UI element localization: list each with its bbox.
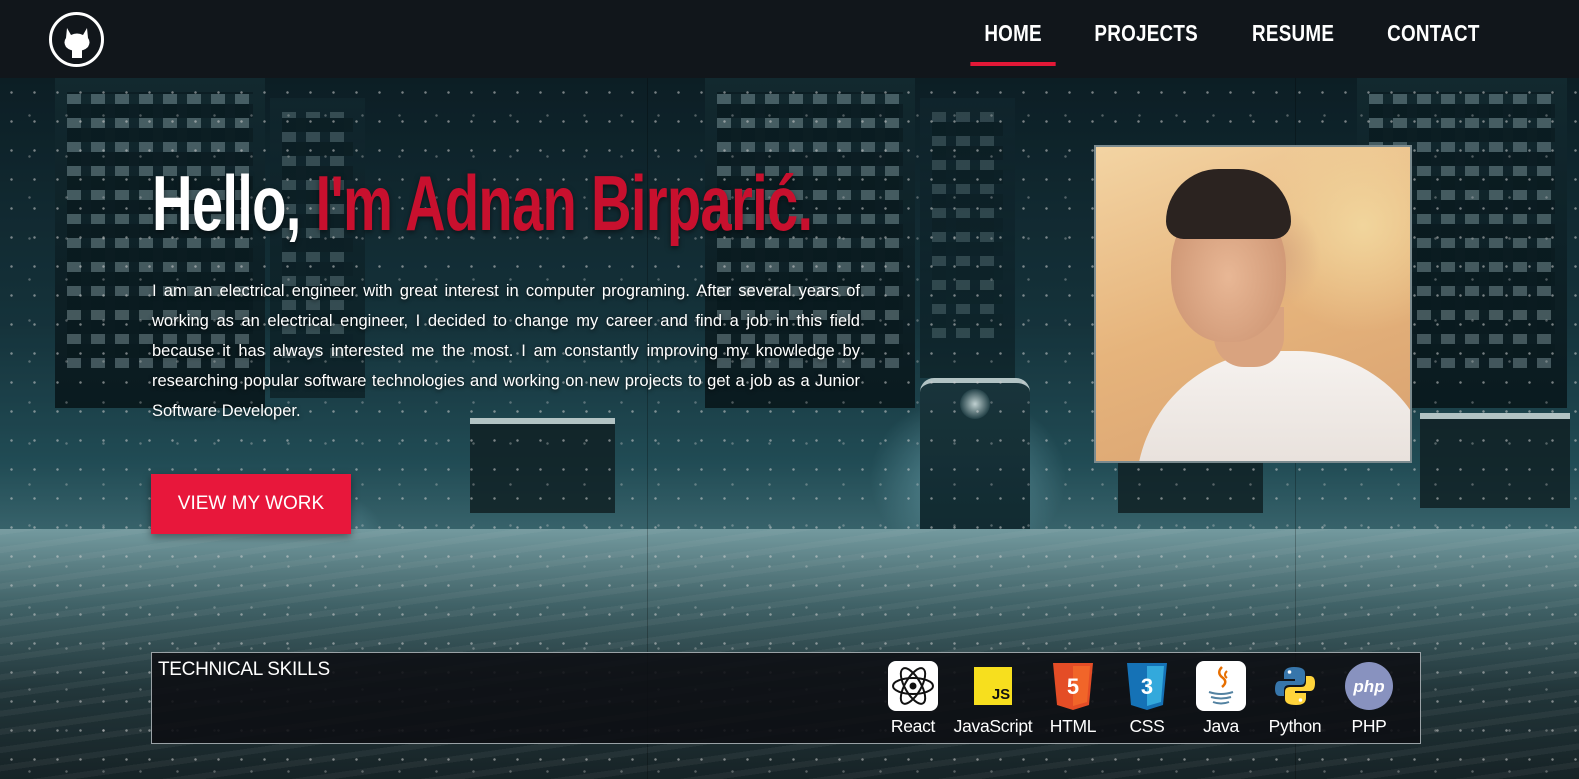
skill-label: CSS: [1129, 716, 1165, 736]
skill-label: Python: [1268, 716, 1322, 736]
view-my-work-button[interactable]: VIEW MY WORK: [151, 474, 351, 534]
skill-label: Java: [1203, 716, 1239, 736]
hero-bio: I am an electrical engineer with great i…: [152, 282, 860, 420]
profile-photo: [1094, 145, 1412, 463]
skill-label: React: [890, 716, 936, 736]
css3-icon: 3: [1122, 661, 1172, 711]
technical-skills-panel: TECHNICAL SKILLS React JS JavaScript 5 H…: [151, 652, 1421, 744]
skill-php[interactable]: php PHP: [1332, 661, 1406, 737]
nav-home[interactable]: HOME: [970, 0, 1057, 66]
skill-css[interactable]: 3 CSS: [1110, 661, 1184, 737]
svg-text:5: 5: [1067, 674, 1079, 699]
skill-label: JavaScript: [953, 716, 1033, 736]
skill-java[interactable]: Java: [1184, 661, 1258, 737]
skill-label: HTML: [1049, 716, 1097, 736]
svg-text:JS: JS: [992, 686, 1010, 703]
react-icon: [888, 661, 938, 711]
hero-name: I'm Adnan Birparić.: [315, 159, 813, 247]
javascript-icon: JS: [968, 661, 1018, 711]
svg-text:php: php: [1352, 677, 1384, 696]
python-icon: [1270, 661, 1320, 711]
php-icon: php: [1344, 661, 1394, 711]
skill-javascript[interactable]: JS JavaScript: [950, 661, 1036, 737]
hero-greeting: Hello,: [152, 159, 301, 247]
github-icon[interactable]: [49, 12, 104, 67]
skill-python[interactable]: Python: [1258, 661, 1332, 737]
skills-title: TECHNICAL SKILLS: [158, 659, 330, 680]
hero-title: Hello, I'm Adnan Birparić.: [152, 158, 813, 249]
skill-label: PHP: [1351, 716, 1387, 736]
nav-contact[interactable]: CONTACT: [1373, 0, 1493, 66]
nav-resume[interactable]: RESUME: [1238, 0, 1348, 66]
html5-icon: 5: [1048, 661, 1098, 711]
skills-list: React JS JavaScript 5 HTML 3 CSS Java Py…: [876, 661, 1406, 737]
skill-html[interactable]: 5 HTML: [1036, 661, 1110, 737]
skill-react[interactable]: React: [876, 661, 950, 737]
nav-projects[interactable]: PROJECTS: [1080, 0, 1212, 66]
java-icon: [1196, 661, 1246, 711]
svg-text:3: 3: [1141, 674, 1153, 699]
top-nav: HOME PROJECTS RESUME CONTACT: [0, 0, 1579, 78]
main-menu: HOME PROJECTS RESUME CONTACT: [961, 0, 1507, 78]
